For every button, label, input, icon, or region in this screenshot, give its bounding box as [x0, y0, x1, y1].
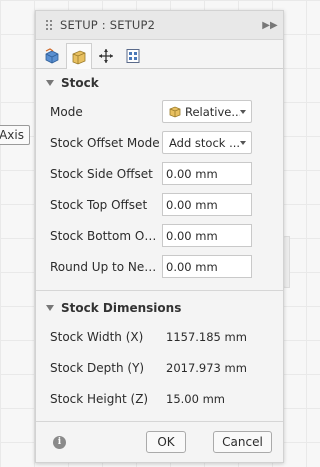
axis-label: Axis [0, 125, 30, 145]
tab-setup[interactable] [39, 43, 65, 68]
offset-mode-row: Stock Offset Mode Add stock ... [36, 127, 283, 158]
width-row: Stock Width (X) 1157.185 mm [36, 321, 283, 352]
width-label: Stock Width (X) [50, 329, 144, 344]
mode-value: Relative... [185, 104, 240, 119]
width-value: 1157.185 mm [166, 329, 247, 344]
dialog-title: SETUP : SETUP2 [60, 18, 156, 32]
drag-grip-icon[interactable] [46, 20, 52, 30]
side-offset-label: Stock Side Offset [50, 166, 153, 181]
ok-button[interactable]: OK [146, 431, 186, 453]
stock-tab-icon [72, 50, 86, 64]
tab-stock[interactable] [66, 43, 92, 69]
bottom-offset-label: Stock Bottom Off... [50, 228, 162, 243]
round-up-row: Round Up to Near... 0.00 mm [36, 251, 283, 282]
mode-dropdown[interactable]: Relative... [162, 100, 252, 123]
program-tab-icon [126, 49, 140, 63]
info-icon[interactable]: i [53, 435, 66, 449]
post-process-tab-icon [99, 49, 113, 63]
tab-program[interactable] [120, 43, 146, 68]
mode-label: Mode [50, 104, 83, 119]
dialog-titlebar[interactable]: SETUP : SETUP2 ▶▶ [36, 11, 283, 40]
setup-dialog: SETUP : SETUP2 ▶▶ Stock Mode Relative...… [35, 10, 284, 463]
bottom-offset-row: Stock Bottom Off... 0.00 mm [36, 220, 283, 251]
dimensions-header-label: Stock Dimensions [61, 300, 182, 315]
depth-row: Stock Depth (Y) 2017.973 mm [36, 352, 283, 383]
height-value: 15.00 mm [166, 391, 225, 406]
offset-mode-value: Add stock ... [169, 135, 240, 150]
cancel-button[interactable]: Cancel [213, 431, 272, 453]
tab-post-process[interactable] [93, 43, 119, 68]
side-offset-row: Stock Side Offset 0.00 mm [36, 158, 283, 189]
top-offset-row: Stock Top Offset 0.00 mm [36, 189, 283, 220]
stock-header-label: Stock [61, 75, 99, 90]
dialog-footer: i OK Cancel [36, 421, 283, 462]
height-label: Stock Height (Z) [50, 391, 149, 406]
expand-icon[interactable]: ▶▶ [261, 20, 279, 31]
offset-mode-label: Stock Offset Mode [50, 135, 160, 150]
side-offset-input[interactable]: 0.00 mm [162, 162, 252, 185]
depth-label: Stock Depth (Y) [50, 360, 145, 375]
stock-box-icon [169, 106, 181, 117]
mode-row: Mode Relative... [36, 96, 283, 127]
setup-tab-icon [45, 48, 59, 64]
bottom-offset-input[interactable]: 0.00 mm [162, 224, 252, 247]
offset-mode-dropdown[interactable]: Add stock ... [162, 131, 252, 154]
height-row: Stock Height (Z) 15.00 mm [36, 383, 283, 414]
round-up-label: Round Up to Near... [50, 259, 162, 274]
dimensions-section-header[interactable]: Stock Dimensions [36, 294, 283, 321]
round-up-input[interactable]: 0.00 mm [162, 255, 252, 278]
chevron-down-icon [240, 109, 246, 114]
collapse-triangle-icon[interactable] [46, 79, 54, 86]
chevron-down-icon [240, 140, 246, 145]
section-divider [36, 290, 283, 291]
top-offset-label: Stock Top Offset [50, 197, 148, 212]
stock-section-header[interactable]: Stock [36, 69, 283, 96]
collapse-triangle-icon[interactable] [46, 304, 54, 311]
depth-value: 2017.973 mm [166, 360, 247, 375]
dialog-tabs [36, 40, 283, 69]
top-offset-input[interactable]: 0.00 mm [162, 193, 252, 216]
